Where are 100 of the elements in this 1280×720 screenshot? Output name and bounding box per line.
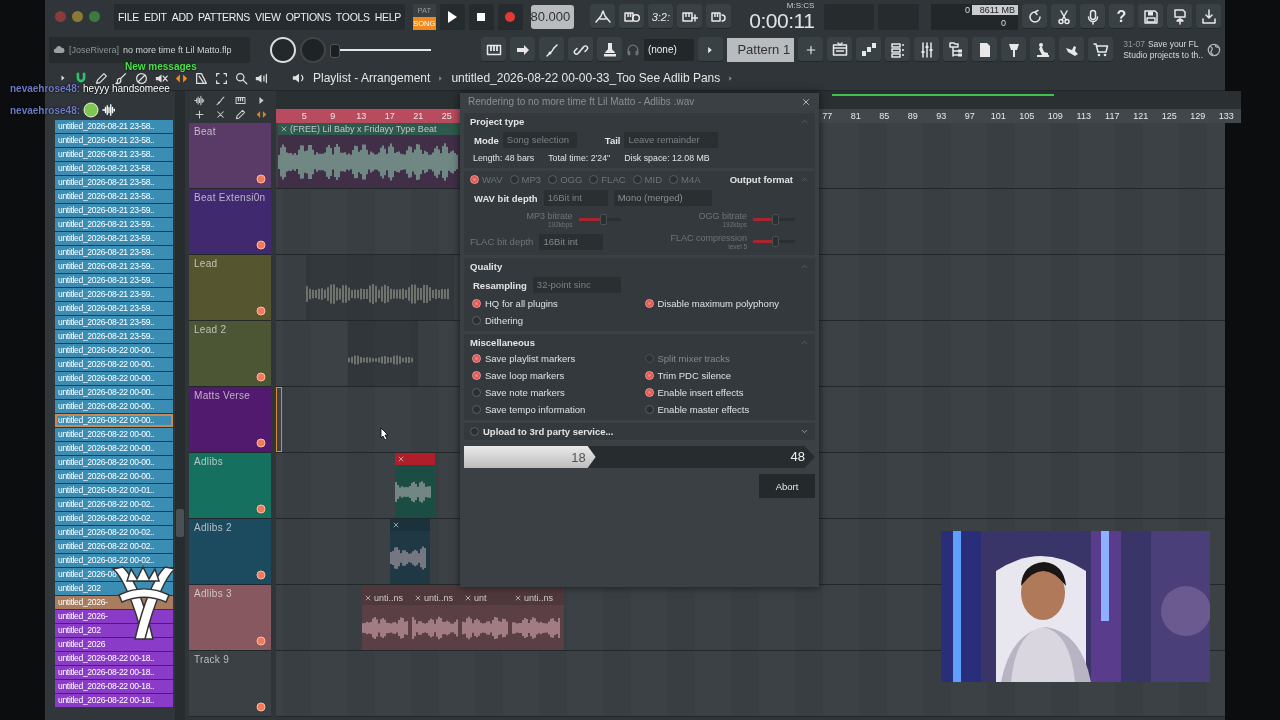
browser-item[interactable]: untitled_2026-08-21 23-59..: [55, 218, 173, 231]
led-icon[interactable]: [256, 636, 266, 646]
browser-item[interactable]: untitled_2026: [55, 638, 173, 651]
mode-dropdown[interactable]: Song selection: [502, 132, 577, 148]
led-icon[interactable]: [256, 372, 266, 382]
brush-icon[interactable]: [115, 71, 128, 85]
slider-thumb[interactable]: [330, 43, 340, 58]
news-text[interactable]: 31-07 Save your FL Studio projects to th..: [1123, 38, 1204, 61]
record-button[interactable]: [497, 3, 523, 30]
stamp-button[interactable]: [597, 37, 622, 62]
keyboard-icon[interactable]: [235, 94, 247, 106]
browser-item[interactable]: untitled_2026-08-21 23-59..: [55, 316, 173, 329]
mixer-button[interactable]: [914, 37, 940, 62]
option-checkbox[interactable]: Save tempo information: [472, 404, 637, 415]
add-icon[interactable]: [193, 108, 205, 120]
browser-item[interactable]: untitled_2026-08-22 00-02..: [55, 554, 173, 567]
pattern-name[interactable]: untitled_2026-08-22 00-00-33_Too See Adlib Pans: [451, 71, 721, 85]
track-header[interactable]: Matts Verse: [189, 387, 271, 453]
speaker-icon[interactable]: [255, 71, 268, 85]
stop-button[interactable]: [468, 3, 494, 30]
slider-thumb[interactable]: [599, 214, 607, 225]
audio-clip[interactable]: unti..ns: [362, 585, 412, 650]
format-radio[interactable]: WAV: [470, 174, 503, 185]
audio-clip[interactable]: unt: [462, 585, 512, 650]
browser-item[interactable]: untitled_2026-08-22 00-18..: [55, 666, 173, 679]
track-header[interactable]: Adlibs 2: [189, 519, 271, 585]
link-button[interactable]: [568, 37, 593, 62]
option-checkbox[interactable]: Trim PDC silence: [644, 370, 809, 381]
led-icon[interactable]: [256, 570, 266, 580]
snap-button[interactable]: 3:2:: [648, 4, 674, 29]
browser-item[interactable]: untitled_2026-08-22 00-00..: [55, 428, 173, 441]
cart-button[interactable]: [1088, 37, 1114, 62]
keyboard-loop-button[interactable]: [706, 4, 732, 29]
track-header[interactable]: Lead: [189, 255, 271, 321]
figure-button[interactable]: [1030, 37, 1056, 62]
menu-item[interactable]: OPTIONS: [285, 10, 331, 23]
browser-item[interactable]: untitled_2026-08-21 23-59..: [55, 204, 173, 217]
option-checkbox[interactable]: Save note markers: [472, 387, 637, 398]
audio-clip[interactable]: unti..ns: [412, 585, 462, 650]
browser-item[interactable]: untitled_2026-08-22 00-00..: [55, 344, 173, 357]
browser-item[interactable]: untitled_2026-08-21 23-58..: [55, 148, 173, 161]
browser-item[interactable]: untitled_2026-08-22 00-02..: [55, 526, 173, 539]
tail-dropdown[interactable]: Leave remainder: [624, 132, 719, 148]
browser-item[interactable]: untitled_2026-08-22 00-02..: [55, 512, 173, 525]
upload-row[interactable]: Upload to 3rd party service...: [464, 423, 815, 440]
audio-clip[interactable]: [395, 453, 435, 518]
track-header[interactable]: Adlibs: [189, 453, 271, 519]
save-button[interactable]: [1138, 4, 1163, 29]
browser-item[interactable]: untitled_2026-08-21 23-58..: [55, 176, 173, 189]
help-button[interactable]: ?: [1109, 4, 1134, 29]
menu-item[interactable]: FILE: [118, 10, 139, 23]
resampling-dropdown[interactable]: 32-point sinc: [532, 277, 621, 293]
zoom-icon[interactable]: [235, 71, 248, 85]
track-header[interactable]: Beat Extensi0n: [189, 189, 271, 255]
format-radio[interactable]: MID: [632, 174, 663, 185]
playlist-button[interactable]: [827, 37, 853, 62]
slider-thumb[interactable]: [772, 236, 780, 247]
browser-item[interactable]: untitled_2026-08-22 00-18..: [55, 680, 173, 693]
led-icon[interactable]: [256, 702, 266, 712]
option-checkbox[interactable]: Enable master effects: [644, 404, 809, 415]
browser-item[interactable]: untitled_2026-08-22 00-02..: [55, 498, 173, 511]
maximize-button[interactable]: [89, 11, 100, 22]
mute-icon[interactable]: [155, 71, 168, 85]
menu-item[interactable]: EDIT: [144, 10, 167, 23]
close-icon[interactable]: [214, 108, 226, 120]
browser-item[interactable]: untitled_2026-08-22 00-18..: [55, 652, 173, 665]
browser-item[interactable]: untitled_2026-08-22 00-00..: [55, 400, 173, 413]
scissors-button[interactable]: [1051, 4, 1076, 29]
step-sequencer-button[interactable]: [856, 37, 882, 62]
caret-button[interactable]: [697, 37, 723, 62]
browser-item[interactable]: untitled_2026-08-21 23-59..: [55, 232, 173, 245]
browser-item[interactable]: untitled_2026-08-22 00-00..: [55, 386, 173, 399]
channel-dropdown[interactable]: (none): [643, 38, 694, 61]
browser-item[interactable]: untitled_2026-08-22 00-00..: [55, 456, 173, 469]
keyboard-clock-button[interactable]: [619, 4, 645, 29]
option-checkbox[interactable]: HQ for all plugins: [472, 298, 637, 309]
browser-item[interactable]: untitled_2026-08-21 23-58..: [55, 134, 173, 147]
led-icon[interactable]: [256, 438, 266, 448]
option-checkbox[interactable]: Save playlist markers: [472, 353, 637, 364]
option-checkbox[interactable]: Dithering: [472, 315, 637, 326]
abort-button[interactable]: Abort: [759, 474, 815, 498]
browser-item[interactable]: untitled_2026-08-21 23-59..: [55, 260, 173, 273]
peak-button[interactable]: [590, 4, 616, 29]
browser-button[interactable]: [943, 37, 969, 62]
browser-item[interactable]: untitled_2026-08-22 00-00..: [55, 358, 173, 371]
option-checkbox[interactable]: Save loop markers: [472, 370, 637, 381]
ban-icon[interactable]: [135, 71, 148, 85]
browser-item[interactable]: untitled_2026-08-22 00-00..: [55, 442, 173, 455]
menu-item[interactable]: TOOLS: [335, 10, 370, 23]
format-radio[interactable]: FLAC: [589, 174, 626, 185]
bit-depth-dropdown[interactable]: 16Bit int: [543, 190, 608, 206]
slider-thumb[interactable]: [772, 214, 780, 225]
waveform-icon[interactable]: [193, 94, 205, 106]
channel-rack-button[interactable]: [885, 37, 911, 62]
track-header[interactable]: Adlibs 3: [189, 585, 271, 651]
audio-clip[interactable]: (FREE) Lil Baby x Fridayy Type Beat: [278, 123, 462, 188]
track-header[interactable]: Track 9: [189, 651, 271, 717]
step-button[interactable]: [539, 37, 564, 62]
audio-clip[interactable]: unti..ns: [512, 585, 564, 650]
browser-item[interactable]: untitled_2026-08-21 23-58..: [55, 120, 173, 133]
